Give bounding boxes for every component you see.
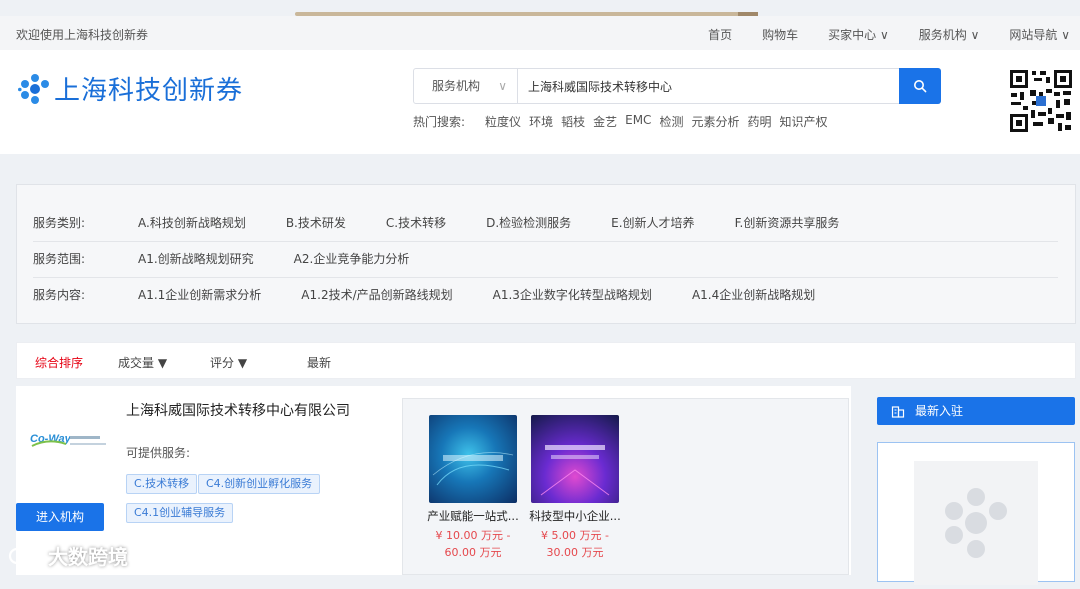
filter-row-content: 服务内容: A1.1企业创新需求分析 A1.2技术/产品创新路线规划 A1.3企… — [33, 277, 1058, 313]
sort-bar: 综合排序 成交量 ▼ 评分 ▼ 最新 — [16, 342, 1076, 379]
hot-keyword[interactable]: 知识产权 — [779, 113, 827, 130]
top-nav: 首页 购物车 买家中心 ∨ 服务机构 ∨ 网站导航 ∨ — [708, 26, 1080, 43]
filter-option[interactable]: A1.2技术/产品创新路线规划 — [301, 277, 452, 313]
search-category-value: 服务机构 — [432, 79, 481, 93]
filter-label: 服务类别: — [33, 216, 86, 230]
product-card[interactable]: 科技型中小企业... ¥ 5.00 万元 - 30.00 万元 — [525, 415, 625, 561]
building-icon — [891, 406, 905, 418]
watermark-logo-icon — [8, 545, 46, 564]
hot-search-label: 热门搜索: — [413, 115, 466, 129]
product-card[interactable]: 产业赋能一站式... ¥ 10.00 万元 - 60.00 万元 — [423, 415, 523, 561]
product-image — [429, 415, 517, 503]
product-name: 科技型中小企业... — [529, 509, 621, 523]
product-price: ¥ 10.00 万元 - 60.00 万元 — [435, 529, 511, 559]
company-logo[interactable]: Co-Way — [30, 428, 110, 456]
filter-option[interactable]: A1.创新战略规划研究 — [138, 241, 254, 277]
filter-option[interactable]: B.技术研发 — [286, 205, 346, 241]
qr-code-icon — [1008, 68, 1074, 134]
hot-searches: 热门搜索: 粒度仪 环境 韬枝 金艺 EMC 检测 元素分析 药明 知识产权 — [413, 113, 836, 130]
filter-option[interactable]: A.科技创新战略规划 — [138, 205, 246, 241]
placeholder-logo-icon — [914, 461, 1038, 585]
filter-panel: 服务类别: A.科技创新战略规划 B.技术研发 C.技术转移 D.检验检测服务 … — [16, 184, 1076, 324]
filter-option[interactable]: A1.1企业创新需求分析 — [138, 277, 261, 313]
nav-site-navigation[interactable]: 网站导航 ∨ — [1009, 26, 1070, 43]
filter-option[interactable]: D.检验检测服务 — [486, 205, 571, 241]
sort-transactions[interactable]: 成交量 ▼ — [118, 354, 167, 371]
company-name[interactable]: 上海科威国际技术转移中心有限公司 — [126, 400, 350, 420]
filter-option[interactable]: A1.4企业创新战略规划 — [692, 277, 815, 313]
nav-service-orgs[interactable]: 服务机构 ∨ — [919, 26, 980, 43]
search-input[interactable] — [518, 69, 899, 103]
newest-entrant-card[interactable] — [877, 442, 1075, 585]
filter-label: 服务内容: — [33, 288, 86, 302]
watermark: 大数跨境 — [8, 541, 128, 570]
filter-option[interactable]: C.技术转移 — [386, 205, 446, 241]
hot-keyword[interactable]: 粒度仪 — [485, 113, 521, 130]
filter-option[interactable]: A2.企业竞争能力分析 — [294, 241, 410, 277]
hot-keyword[interactable]: 环境 — [529, 113, 553, 130]
newest-entrants-header[interactable]: 最新入驻 — [877, 397, 1075, 425]
nav-buyer-center[interactable]: 买家中心 ∨ — [828, 26, 889, 43]
chevron-down-icon: ∨ — [498, 79, 507, 93]
sort-newest[interactable]: 最新 — [307, 354, 331, 371]
product-image — [531, 415, 619, 503]
top-bar: 欢迎使用上海科技创新券 首页 购物车 买家中心 ∨ 服务机构 ∨ 网站导航 ∨ — [0, 16, 1080, 50]
newest-entrants-label: 最新入驻 — [915, 404, 964, 418]
provide-services-label: 可提供服务: — [126, 446, 191, 460]
service-tag[interactable]: C4.创新创业孵化服务 — [198, 474, 321, 494]
search-bar: 服务机构 ∨ — [413, 68, 941, 104]
site-title: 上海科技创新券 — [54, 76, 244, 106]
filter-row-category: 服务类别: A.科技创新战略规划 B.技术研发 C.技术转移 D.检验检测服务 … — [33, 205, 1058, 242]
search-icon — [914, 80, 927, 93]
nav-home[interactable]: 首页 — [708, 26, 732, 43]
search-button[interactable] — [899, 68, 941, 104]
company-card: Co-Way 上海科威国际技术转移中心有限公司 可提供服务: C.技术转移 C4… — [16, 386, 851, 575]
filter-label: 服务范围: — [33, 252, 86, 266]
sort-rating[interactable]: 评分 ▼ — [210, 354, 247, 371]
filter-option[interactable]: A1.3企业数字化转型战略规划 — [493, 277, 652, 313]
logo-icon — [18, 72, 52, 106]
site-logo[interactable]: 上海科技创新券 — [18, 70, 243, 107]
hot-keyword[interactable]: 元素分析 — [691, 113, 739, 130]
welcome-text: 欢迎使用上海科技创新券 — [16, 28, 149, 42]
product-price: ¥ 5.00 万元 - 30.00 万元 — [541, 529, 609, 559]
hot-keyword[interactable]: EMC — [625, 113, 651, 130]
product-name: 产业赋能一站式... — [427, 509, 519, 523]
product-list: 产业赋能一站式... ¥ 10.00 万元 - 60.00 万元 科技型中小企业… — [402, 398, 849, 575]
service-tag[interactable]: C4.1创业辅导服务 — [126, 503, 234, 523]
hot-keyword[interactable]: 检测 — [659, 113, 683, 130]
filter-option[interactable]: F.创新资源共享服务 — [735, 205, 840, 241]
hot-keyword[interactable]: 药明 — [747, 113, 771, 130]
nav-cart[interactable]: 购物车 — [762, 26, 798, 43]
watermark-text: 大数跨境 — [48, 545, 128, 569]
search-category-select[interactable]: 服务机构 ∨ — [414, 69, 518, 103]
header: 上海科技创新券 服务机构 ∨ 热门搜索: 粒度仪 环境 韬枝 金艺 EMC 检测… — [0, 50, 1080, 154]
filter-row-scope: 服务范围: A1.创新战略规划研究 A2.企业竞争能力分析 — [33, 241, 1058, 278]
filter-option[interactable]: E.创新人才培养 — [611, 205, 694, 241]
enter-org-button[interactable]: 进入机构 — [16, 503, 104, 531]
hot-keyword[interactable]: 金艺 — [593, 113, 617, 130]
hot-keyword[interactable]: 韬枝 — [561, 113, 585, 130]
service-tag[interactable]: C.技术转移 — [126, 474, 198, 494]
sort-comprehensive[interactable]: 综合排序 — [35, 354, 83, 371]
